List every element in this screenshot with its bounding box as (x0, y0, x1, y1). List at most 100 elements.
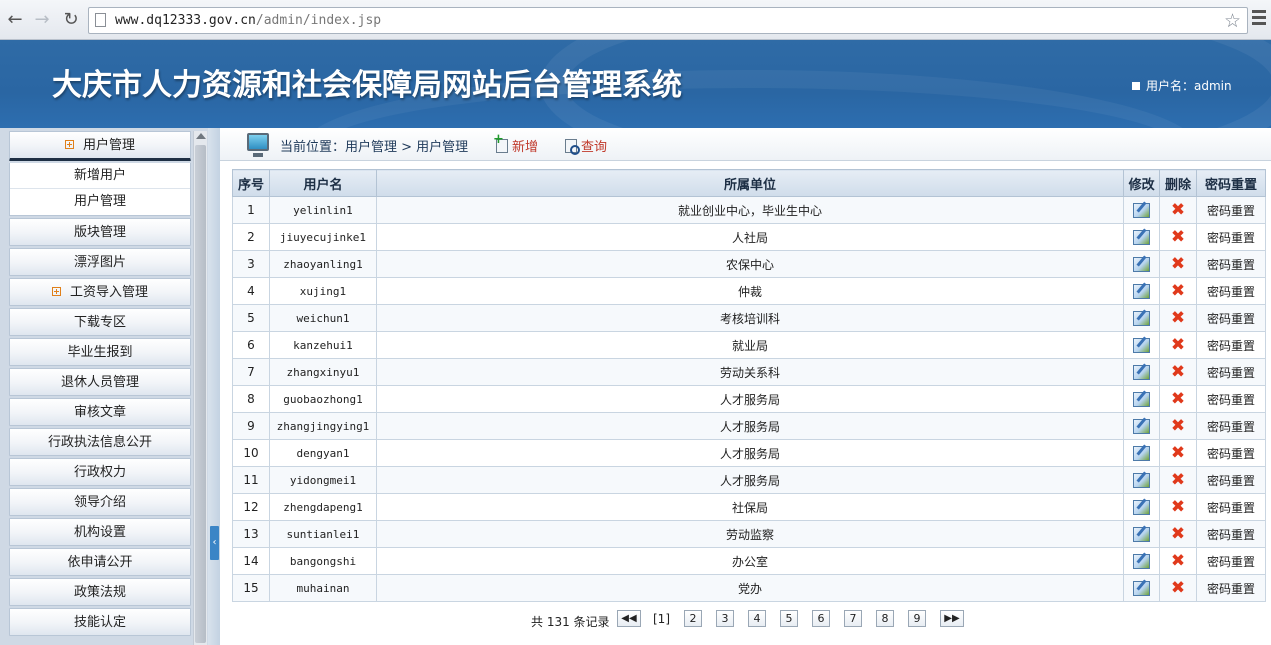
edit-icon[interactable] (1133, 283, 1151, 299)
password-reset-link[interactable]: 密码重置 (1196, 358, 1266, 386)
sidebar-item[interactable]: 政策法规 (9, 578, 191, 606)
page-button[interactable]: 5 (780, 610, 798, 627)
sidebar-scrollbar[interactable] (193, 131, 207, 645)
edit-icon[interactable] (1133, 202, 1151, 218)
edit-icon[interactable] (1133, 526, 1151, 542)
delete-x-icon[interactable]: ✖ (1171, 443, 1185, 463)
sidebar-item[interactable]: 机构设置 (9, 518, 191, 546)
query-button[interactable]: 查询 (565, 136, 607, 155)
edit-icon[interactable] (1133, 337, 1151, 353)
reload-icon[interactable]: ↻ (60, 9, 82, 31)
edit-icon[interactable] (1133, 499, 1151, 515)
collapse-sidebar-icon[interactable]: ‹ (210, 526, 219, 560)
page-button[interactable]: 7 (844, 610, 862, 627)
first-page-button[interactable]: ◀◀ (617, 610, 641, 627)
delete-x-icon[interactable]: ✖ (1171, 200, 1185, 220)
page-button[interactable]: 2 (684, 610, 702, 627)
password-reset-link[interactable]: 密码重置 (1196, 250, 1266, 278)
password-reset-link[interactable]: 密码重置 (1196, 466, 1266, 494)
sidebar-item[interactable]: 版块管理 (9, 218, 191, 246)
edit-icon[interactable] (1133, 472, 1151, 488)
scrollbar-thumb[interactable] (195, 145, 206, 643)
password-reset-link[interactable]: 密码重置 (1196, 331, 1266, 359)
site-header: 大庆市人力资源和社会保障局网站后台管理系统 用户名：admin (0, 40, 1271, 128)
cell-delete: ✖ (1159, 412, 1198, 440)
table-row: 8 guobaozhong1 人才服务局 ✖ 密码重置 (232, 385, 1266, 413)
password-reset-link[interactable]: 密码重置 (1196, 385, 1266, 413)
sidebar-item[interactable]: 行政执法信息公开 (9, 428, 191, 456)
last-page-button[interactable]: ▶▶ (940, 610, 964, 627)
delete-x-icon[interactable]: ✖ (1171, 308, 1185, 328)
password-reset-link[interactable]: 密码重置 (1196, 412, 1266, 440)
page-button[interactable]: 8 (876, 610, 894, 627)
back-arrow-icon[interactable]: ← (4, 9, 26, 31)
edit-icon[interactable] (1133, 580, 1151, 596)
password-reset-link[interactable]: 密码重置 (1196, 439, 1266, 467)
password-reset-link[interactable]: 密码重置 (1196, 520, 1266, 548)
edit-icon[interactable] (1133, 256, 1151, 272)
address-bar[interactable]: www.dq12333.gov.cn/admin/index.jsp ☆ (88, 7, 1248, 34)
delete-x-icon[interactable]: ✖ (1171, 524, 1185, 544)
sidebar-item[interactable]: 漂浮图片 (9, 248, 191, 276)
edit-icon[interactable] (1133, 553, 1151, 569)
url-text[interactable]: www.dq12333.gov.cn/admin/index.jsp (115, 13, 381, 28)
sidebar-item-user-management[interactable]: 用户管理 (9, 131, 191, 161)
cell-username: suntianlei1 (268, 520, 377, 548)
edit-icon[interactable] (1133, 364, 1151, 380)
sidebar-item[interactable]: 毕业生报到 (9, 338, 191, 366)
delete-x-icon[interactable]: ✖ (1171, 497, 1185, 517)
cell-edit (1123, 385, 1161, 413)
sidebar-item[interactable]: 依申请公开 (9, 548, 191, 576)
delete-x-icon[interactable]: ✖ (1171, 578, 1185, 598)
delete-x-icon[interactable]: ✖ (1171, 227, 1185, 247)
password-reset-link[interactable]: 密码重置 (1196, 277, 1266, 305)
submenu-item-add-user[interactable]: 新增用户 (10, 163, 190, 189)
scroll-up-arrow-icon[interactable] (196, 133, 206, 139)
sidebar-item[interactable]: 领导介绍 (9, 488, 191, 516)
delete-x-icon[interactable]: ✖ (1171, 389, 1185, 409)
cell-username: muhainan (268, 574, 377, 602)
sidebar-item-salary-import[interactable]: 工资导入管理 (9, 278, 191, 306)
submenu-item-user-management[interactable]: 用户管理 (10, 189, 190, 215)
delete-x-icon[interactable]: ✖ (1171, 335, 1185, 355)
password-reset-link[interactable]: 密码重置 (1196, 304, 1266, 332)
cell-unit: 考核培训科 (375, 304, 1125, 332)
sidebar-item[interactable]: 退休人员管理 (9, 368, 191, 396)
cell-no: 1 (232, 196, 270, 224)
password-reset-link[interactable]: 密码重置 (1196, 574, 1266, 602)
delete-x-icon[interactable]: ✖ (1171, 551, 1185, 571)
edit-icon[interactable] (1133, 229, 1151, 245)
cell-unit: 就业局 (375, 331, 1125, 359)
sidebar-item[interactable]: 审核文章 (9, 398, 191, 426)
edit-icon[interactable] (1133, 391, 1151, 407)
password-reset-link[interactable]: 密码重置 (1196, 547, 1266, 575)
table-row: 12 zhengdapeng1 社保局 ✖ 密码重置 (232, 493, 1266, 521)
sidebar-item[interactable]: 技能认定 (9, 608, 191, 636)
delete-x-icon[interactable]: ✖ (1171, 470, 1185, 490)
browser-menu-icon[interactable] (1252, 10, 1266, 30)
password-reset-link[interactable]: 密码重置 (1196, 493, 1266, 521)
cell-no: 6 (232, 331, 270, 359)
sidebar-item[interactable]: 行政权力 (9, 458, 191, 486)
table-row: 1 yelinlin1 就业创业中心，毕业生中心 ✖ 密码重置 (232, 196, 1266, 224)
delete-x-icon[interactable]: ✖ (1171, 416, 1185, 436)
cell-delete: ✖ (1159, 493, 1198, 521)
page-button[interactable]: 3 (716, 610, 734, 627)
expand-plus-icon (64, 140, 74, 149)
add-new-button[interactable]: 新增 (493, 132, 538, 155)
password-reset-link[interactable]: 密码重置 (1196, 223, 1266, 251)
page-button[interactable]: 6 (812, 610, 830, 627)
delete-x-icon[interactable]: ✖ (1171, 254, 1185, 274)
page-button[interactable]: 9 (908, 610, 926, 627)
page-button[interactable]: 4 (748, 610, 766, 627)
delete-x-icon[interactable]: ✖ (1171, 281, 1185, 301)
frame-splitter[interactable]: ‹ (208, 128, 220, 645)
bookmark-star-icon[interactable]: ☆ (1224, 10, 1241, 32)
sidebar-item[interactable]: 下载专区 (9, 308, 191, 336)
password-reset-link[interactable]: 密码重置 (1196, 196, 1266, 224)
edit-icon[interactable] (1133, 445, 1151, 461)
delete-x-icon[interactable]: ✖ (1171, 362, 1185, 382)
forward-arrow-icon[interactable]: → (31, 9, 53, 31)
edit-icon[interactable] (1133, 310, 1151, 326)
edit-icon[interactable] (1133, 418, 1151, 434)
